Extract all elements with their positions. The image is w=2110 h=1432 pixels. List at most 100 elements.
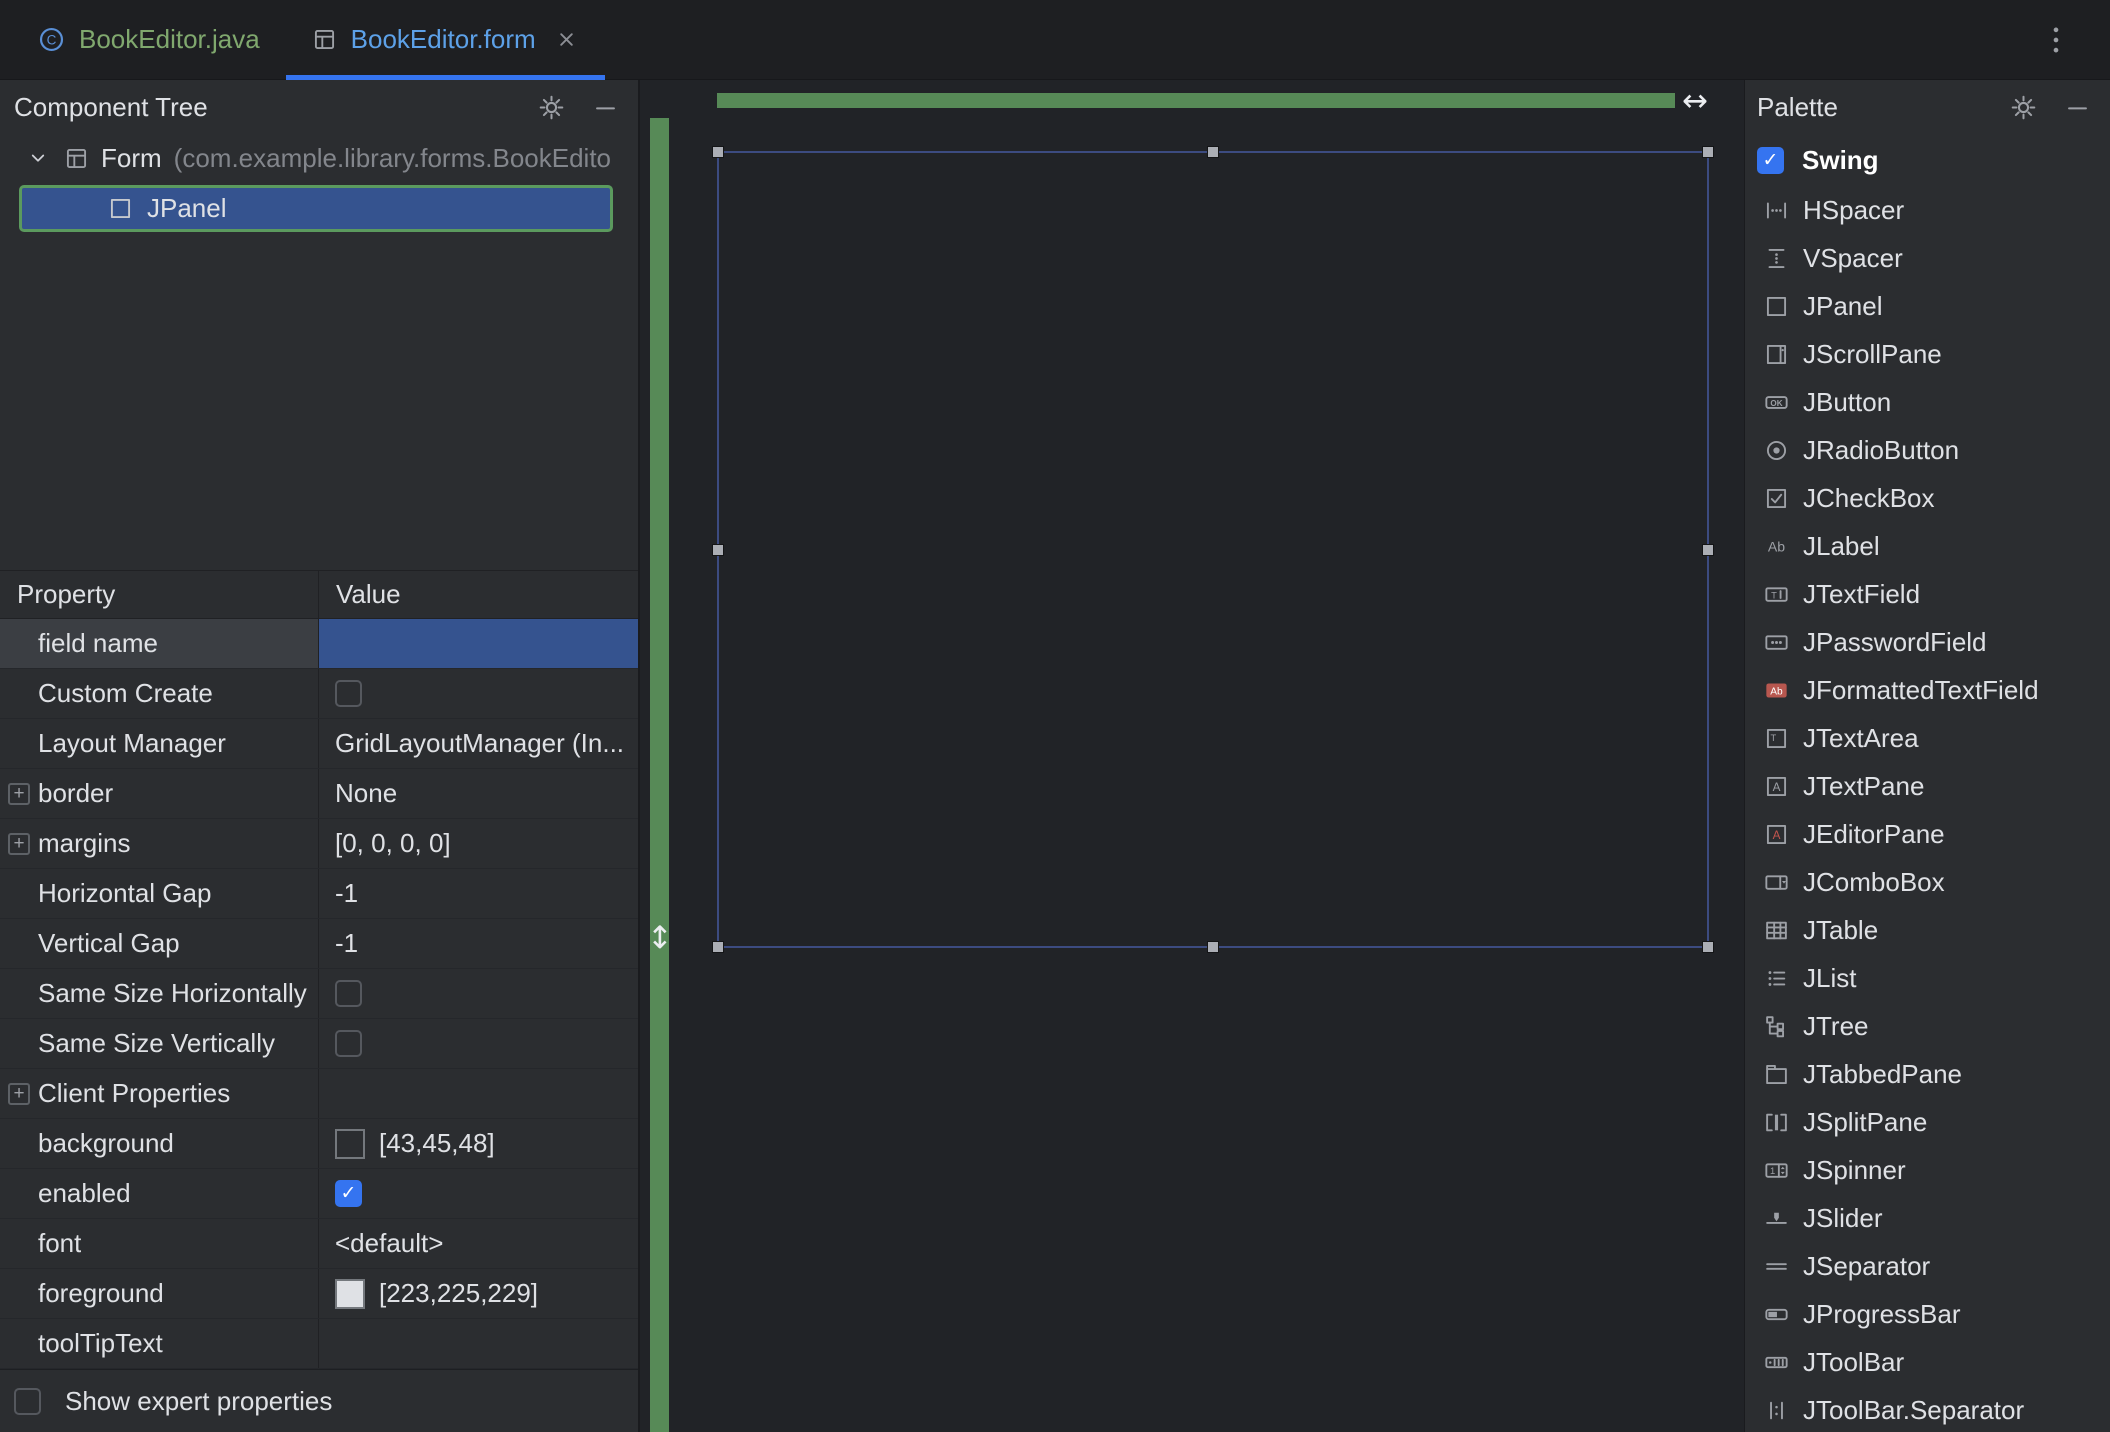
property-row-font[interactable]: font<default> — [0, 1219, 638, 1269]
selection-handle-middle-right[interactable] — [1702, 544, 1714, 556]
palette-item-jeditorpane[interactable]: A JEditorPane — [1745, 810, 2110, 858]
palette-item-jcombobox[interactable]: JComboBox — [1745, 858, 2110, 906]
palette-item-jtextpane[interactable]: A JTextPane — [1745, 762, 2110, 810]
form-designer-canvas[interactable]: ↔ ↕ — [640, 80, 1744, 1432]
property-value-cell[interactable] — [318, 619, 638, 668]
property-row-custom-create[interactable]: Custom Create — [0, 669, 638, 719]
selection-handle-bottom-left[interactable] — [712, 941, 724, 953]
jtextarea-icon: T — [1763, 725, 1790, 752]
tree-node-label: JPanel — [147, 193, 227, 224]
property-value-cell[interactable]: -1 — [318, 919, 638, 968]
palette-item-jbutton[interactable]: OK JButton — [1745, 378, 2110, 426]
palette-item-jtabbedpane[interactable]: JTabbedPane — [1745, 1050, 2110, 1098]
property-value-cell[interactable]: [43,45,48] — [318, 1119, 638, 1168]
palette-item-hspacer[interactable]: HSpacer — [1745, 186, 2110, 234]
v-resize-icon[interactable]: ↕ — [640, 923, 680, 954]
property-row-border[interactable]: +borderNone — [0, 769, 638, 819]
unchecked-checkbox[interactable] — [335, 680, 362, 707]
palette-item-jseparator[interactable]: JSeparator — [1745, 1242, 2110, 1290]
property-value-cell[interactable] — [318, 1169, 638, 1218]
unchecked-checkbox[interactable] — [335, 980, 362, 1007]
property-value-cell[interactable]: [223,225,229] — [318, 1269, 638, 1318]
expand-icon[interactable]: + — [8, 833, 30, 855]
expand-icon[interactable]: + — [8, 783, 30, 805]
palette-item-jsplitpane[interactable]: JSplitPane — [1745, 1098, 2110, 1146]
property-value-cell[interactable]: <default> — [318, 1219, 638, 1268]
close-icon[interactable] — [554, 27, 579, 52]
property-value-cell[interactable]: [0, 0, 0, 0] — [318, 819, 638, 868]
minimize-icon[interactable] — [590, 92, 620, 122]
palette-item-jtoolbar-separator[interactable]: JToolBar.Separator — [1745, 1386, 2110, 1432]
property-value-cell[interactable] — [318, 1019, 638, 1068]
h-resize-icon[interactable]: ↔ — [1682, 82, 1708, 120]
selection-handle-middle-left[interactable] — [712, 544, 724, 556]
color-swatch[interactable] — [335, 1279, 365, 1309]
palette-item-jtree[interactable]: JTree — [1745, 1002, 2110, 1050]
palette-item-jpanel[interactable]: JPanel — [1745, 282, 2110, 330]
palette-item-jlist[interactable]: JList — [1745, 954, 2110, 1002]
palette-item-jtable[interactable]: JTable — [1745, 906, 2110, 954]
property-row-tooltiptext[interactable]: toolTipText — [0, 1319, 638, 1369]
settings-gear-icon[interactable] — [2008, 92, 2038, 122]
palette-item-jscrollpane[interactable]: JScrollPane — [1745, 330, 2110, 378]
color-swatch[interactable] — [335, 1129, 365, 1159]
horizontal-size-guide-bar[interactable] — [717, 93, 1675, 108]
tree-node-jpanel[interactable]: JPanel — [19, 185, 613, 232]
selection-handle-bottom-right[interactable] — [1702, 941, 1714, 953]
property-value-cell[interactable] — [318, 969, 638, 1018]
property-row-same-size-vertically[interactable]: Same Size Vertically — [0, 1019, 638, 1069]
property-row-field-name[interactable]: field name — [0, 619, 638, 669]
palette-item-jtoolbar[interactable]: JToolBar — [1745, 1338, 2110, 1386]
show-expert-properties-checkbox[interactable] — [14, 1388, 41, 1415]
swing-group-checkbox[interactable] — [1757, 147, 1784, 174]
palette-item-vspacer[interactable]: VSpacer — [1745, 234, 2110, 282]
palette-item-jslider[interactable]: JSlider — [1745, 1194, 2110, 1242]
jpanel-icon — [1763, 293, 1790, 320]
property-row-horizontal-gap[interactable]: Horizontal Gap-1 — [0, 869, 638, 919]
tab-bookeditor-form[interactable]: BookEditor.form — [286, 0, 605, 79]
minimize-icon[interactable] — [2062, 92, 2092, 122]
property-value-cell[interactable]: None — [318, 769, 638, 818]
expert-properties-row[interactable]: Show expert properties — [0, 1369, 638, 1432]
property-value-cell[interactable]: GridLayoutManager (In... — [318, 719, 638, 768]
palette-item-jprogressbar[interactable]: JProgressBar — [1745, 1290, 2110, 1338]
selection-handle-top-center[interactable] — [1207, 146, 1219, 158]
palette-item-label: JPanel — [1803, 291, 1883, 322]
palette-item-jradiobutton[interactable]: JRadioButton — [1745, 426, 2110, 474]
tree-node-form[interactable]: Form (com.example.library.forms.BookEdit… — [0, 134, 638, 182]
palette-item-jcheckbox[interactable]: JCheckBox — [1745, 474, 2110, 522]
palette-item-jlabel[interactable]: Ab JLabel — [1745, 522, 2110, 570]
selection-handle-top-left[interactable] — [712, 146, 724, 158]
vertical-size-guide-bar[interactable] — [650, 118, 669, 1432]
property-row-layout-manager[interactable]: Layout ManagerGridLayoutManager (In... — [0, 719, 638, 769]
property-row-foreground[interactable]: foreground[223,225,229] — [0, 1269, 638, 1319]
property-row-same-size-horizontally[interactable]: Same Size Horizontally — [0, 969, 638, 1019]
tab-label: BookEditor.form — [351, 24, 536, 55]
selection-handle-bottom-center[interactable] — [1207, 941, 1219, 953]
palette-item-jformattedtextfield[interactable]: Ab JFormattedTextField — [1745, 666, 2110, 714]
property-row-margins[interactable]: +margins[0, 0, 0, 0] — [0, 819, 638, 869]
more-options-icon[interactable] — [2036, 16, 2076, 64]
palette-item-jtextfield[interactable]: T JTextField — [1745, 570, 2110, 618]
unchecked-checkbox[interactable] — [335, 1030, 362, 1057]
tab-bookeditor-java[interactable]: C BookEditor.java — [12, 0, 286, 79]
expand-icon[interactable]: + — [8, 1083, 30, 1105]
property-value-cell[interactable] — [318, 669, 638, 718]
hspacer-icon — [1763, 197, 1790, 224]
property-row-client-properties[interactable]: +Client Properties — [0, 1069, 638, 1119]
property-value-cell[interactable] — [318, 1069, 638, 1118]
property-row-enabled[interactable]: enabled — [0, 1169, 638, 1219]
property-value-cell[interactable] — [318, 1319, 638, 1368]
palette-item-jpasswordfield[interactable]: JPasswordField — [1745, 618, 2110, 666]
chevron-down-icon[interactable] — [26, 146, 52, 170]
palette-group-swing[interactable]: Swing — [1745, 134, 2110, 186]
palette-item-jtextarea[interactable]: T JTextArea — [1745, 714, 2110, 762]
palette-item-jspinner[interactable]: 1 JSpinner — [1745, 1146, 2110, 1194]
selection-handle-top-right[interactable] — [1702, 146, 1714, 158]
property-row-background[interactable]: background[43,45,48] — [0, 1119, 638, 1169]
settings-gear-icon[interactable] — [536, 92, 566, 122]
selected-component-frame[interactable] — [717, 151, 1709, 948]
property-value-cell[interactable]: -1 — [318, 869, 638, 918]
checked-checkbox[interactable] — [335, 1180, 362, 1207]
property-row-vertical-gap[interactable]: Vertical Gap-1 — [0, 919, 638, 969]
